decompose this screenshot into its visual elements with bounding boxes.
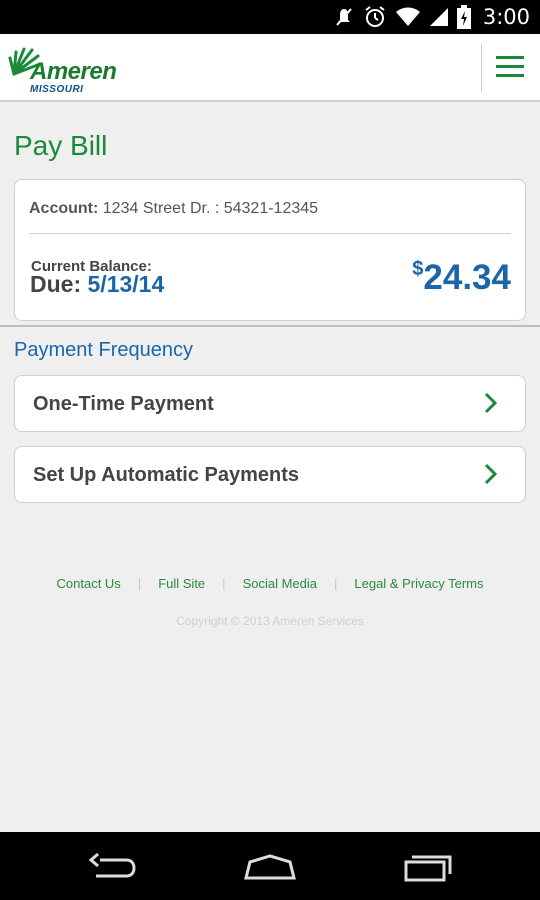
chevron-right-icon	[484, 392, 498, 414]
android-nav-bar	[0, 832, 540, 900]
wifi-icon	[395, 7, 420, 26]
contact-us-link[interactable]: Contact Us	[57, 576, 121, 591]
recent-apps-icon	[404, 855, 452, 882]
home-icon	[244, 854, 296, 880]
legal-privacy-link[interactable]: Legal & Privacy Terms	[354, 576, 483, 591]
menu-icon-bar	[496, 74, 524, 77]
chevron-right-icon	[484, 463, 498, 485]
social-media-link[interactable]: Social Media	[243, 576, 317, 591]
battery-icon	[456, 5, 471, 29]
copyright-text: Copyright © 2013 Ameren Services	[176, 614, 364, 628]
footer-separator: |	[137, 576, 142, 591]
back-button[interactable]	[82, 850, 142, 884]
payment-frequency-title: Payment Frequency	[14, 339, 193, 361]
status-bar: 3:00	[0, 0, 540, 34]
status-time: 3:00	[482, 5, 530, 29]
section-divider	[0, 325, 540, 327]
due-label: Due:	[30, 271, 82, 297]
one-time-payment-button[interactable]: One-Time Payment	[14, 375, 526, 432]
logo-text: Ameren	[30, 58, 117, 85]
hamburger-menu-button[interactable]	[490, 50, 530, 86]
amount-value: 24.34	[423, 258, 511, 297]
menu-icon	[496, 56, 524, 59]
account-label: Account:	[29, 200, 99, 217]
ameren-logo[interactable]: Ameren MISSOURI	[8, 44, 118, 95]
app-header: Ameren MISSOURI	[0, 34, 540, 102]
account-card: Account: 1234 Street Dr. : 54321-12345 C…	[14, 179, 526, 321]
card-divider	[29, 233, 511, 234]
recent-apps-button[interactable]	[398, 850, 458, 884]
header-divider	[481, 44, 482, 92]
footer-separator: |	[334, 576, 338, 591]
due-date: 5/13/14	[87, 271, 165, 297]
footer-separator: |	[222, 576, 226, 591]
menu-icon-bar	[496, 65, 524, 68]
muted-icon	[336, 8, 352, 26]
cell-signal-icon	[429, 8, 448, 26]
logo-subtext: MISSOURI	[30, 84, 84, 95]
full-site-link[interactable]: Full Site	[158, 576, 205, 591]
page-title: Pay Bill	[14, 130, 108, 161]
footer-links: Contact Us | Full Site | Social Media | …	[0, 576, 540, 591]
home-button[interactable]	[240, 850, 300, 884]
back-icon	[88, 852, 136, 878]
automatic-payments-button[interactable]: Set Up Automatic Payments	[14, 446, 526, 503]
option-label: One-Time Payment	[33, 393, 214, 415]
account-line: Account: 1234 Street Dr. : 54321-12345	[29, 200, 318, 218]
alarm-icon	[365, 6, 385, 27]
currency-symbol: $	[412, 258, 424, 280]
due-line: Due: 5/13/14	[30, 271, 164, 298]
status-icons: 3:00	[333, 0, 530, 34]
balance-amount: $24.34	[412, 258, 511, 298]
option-label: Set Up Automatic Payments	[33, 464, 299, 486]
account-value: 1234 Street Dr. : 54321-12345	[102, 200, 319, 217]
